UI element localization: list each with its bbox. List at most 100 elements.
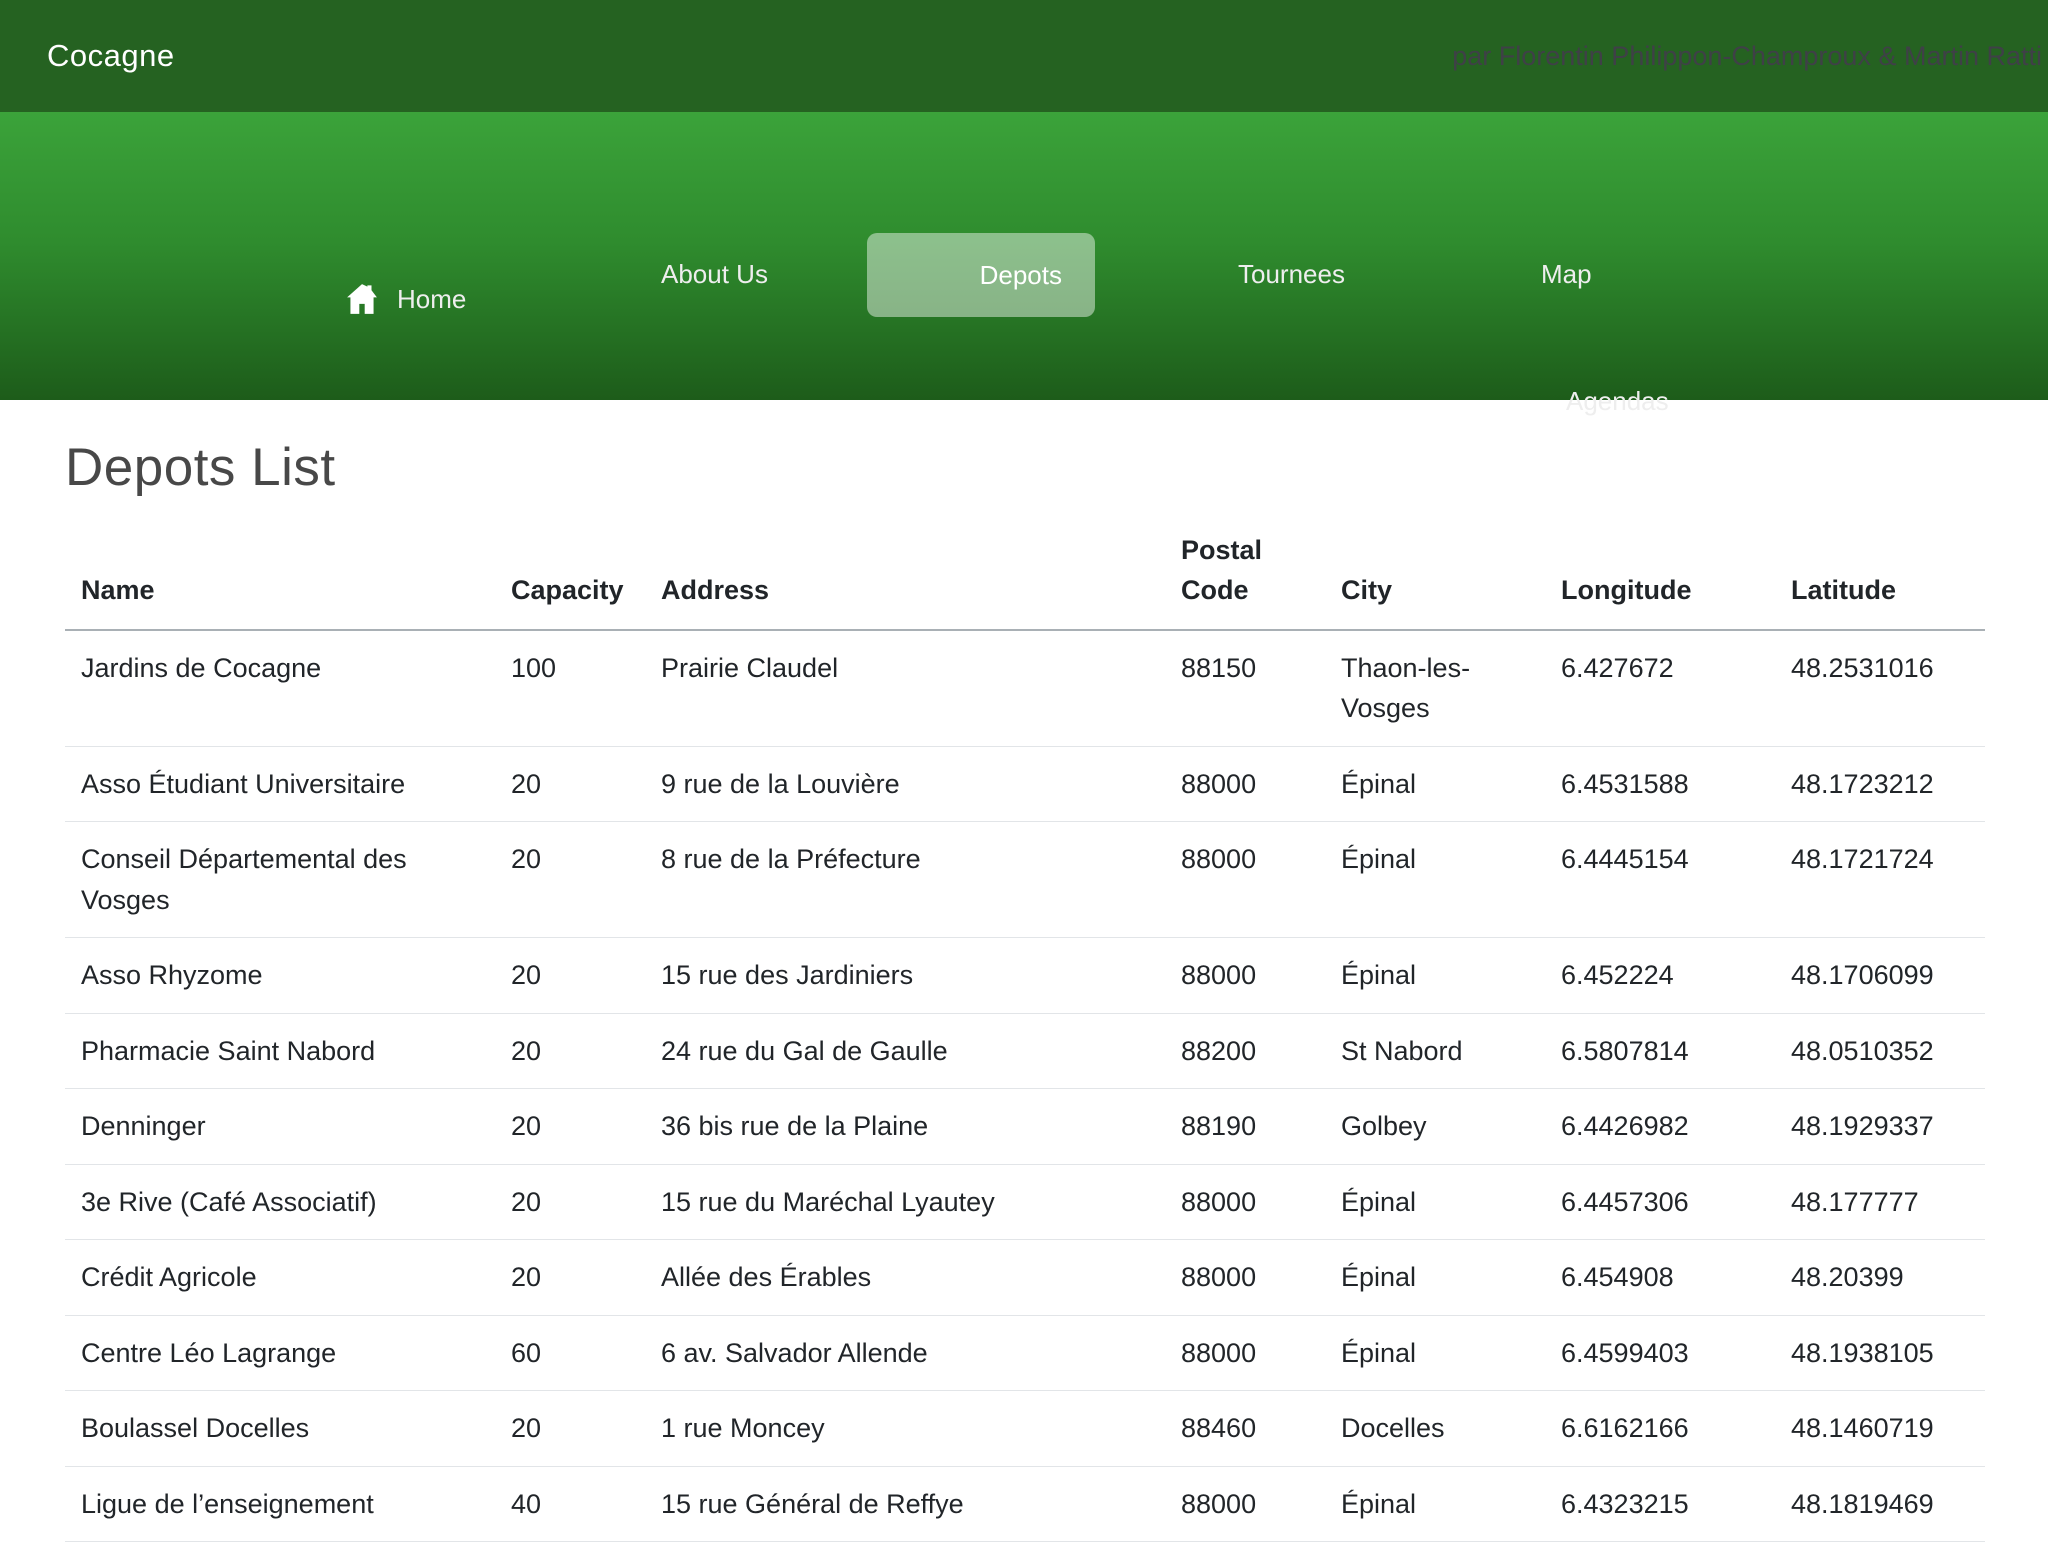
cell-capacity: 60 <box>495 1315 645 1391</box>
table-header-row: Name Capacity Address Postal Code City L… <box>65 512 1985 630</box>
nav-item-label: Home <box>397 284 466 315</box>
cell-longitude: 6.6162166 <box>1545 1391 1775 1467</box>
nav-item-home[interactable]: Home <box>343 280 466 318</box>
cell-latitude: 48.1723212 <box>1775 746 1985 822</box>
cell-city: Épinal <box>1325 746 1545 822</box>
cell-longitude: 6.4599403 <box>1545 1315 1775 1391</box>
cell-postal-code: 88150 <box>1165 630 1325 747</box>
cell-postal-code: 88000 <box>1165 746 1325 822</box>
cell-postal-code: 88460 <box>1165 1391 1325 1467</box>
cell-capacity: 100 <box>495 630 645 747</box>
cell-city: Épinal <box>1325 1466 1545 1542</box>
col-header-latitude: Latitude <box>1775 512 1985 630</box>
col-header-city: City <box>1325 512 1545 630</box>
table-row: Crédit Agricole20Allée des Érables88000É… <box>65 1240 1985 1316</box>
col-header-name: Name <box>65 512 495 630</box>
cell-address: Prairie Claudel <box>645 630 1165 747</box>
cell-address: 1 rue Moncey <box>645 1391 1165 1467</box>
cell-longitude: 6.452224 <box>1545 938 1775 1014</box>
cell-city: Épinal <box>1325 822 1545 938</box>
cell-name: Crédit Agricole <box>65 1240 495 1316</box>
table-row: Boulassel Docelles201 rue Moncey88460Doc… <box>65 1391 1985 1467</box>
cell-capacity: 20 <box>495 1240 645 1316</box>
depots-table-body: Jardins de Cocagne100Prairie Claudel8815… <box>65 630 1985 1542</box>
cell-name: Asso Rhyzome <box>65 938 495 1014</box>
col-header-longitude: Longitude <box>1545 512 1775 630</box>
cell-address: Allée des Érables <box>645 1240 1165 1316</box>
cell-name: Pharmacie Saint Nabord <box>65 1013 495 1089</box>
cell-city: Golbey <box>1325 1089 1545 1165</box>
cell-latitude: 48.1929337 <box>1775 1089 1985 1165</box>
cell-capacity: 20 <box>495 746 645 822</box>
nav-item-map[interactable]: Map <box>1541 259 1592 290</box>
home-icon <box>343 280 381 318</box>
cell-longitude: 6.4426982 <box>1545 1089 1775 1165</box>
col-header-address: Address <box>645 512 1165 630</box>
cell-city: St Nabord <box>1325 1013 1545 1089</box>
cell-capacity: 40 <box>495 1466 645 1542</box>
nav-item-tournees[interactable]: Tournees <box>1238 259 1345 290</box>
cell-address: 24 rue du Gal de Gaulle <box>645 1013 1165 1089</box>
cell-name: Centre Léo Lagrange <box>65 1315 495 1391</box>
cell-name: Boulassel Docelles <box>65 1391 495 1467</box>
table-row: Asso Rhyzome2015 rue des Jardiniers88000… <box>65 938 1985 1014</box>
cell-latitude: 48.20399 <box>1775 1240 1985 1316</box>
cell-postal-code: 88000 <box>1165 1240 1325 1316</box>
cell-name: Denninger <box>65 1089 495 1165</box>
cell-capacity: 20 <box>495 1164 645 1240</box>
byline: par Florentin Philippon-Champroux & Mart… <box>1452 41 2042 72</box>
cell-longitude: 6.4457306 <box>1545 1164 1775 1240</box>
table-row: 3e Rive (Café Associatif)2015 rue du Mar… <box>65 1164 1985 1240</box>
cell-capacity: 20 <box>495 1013 645 1089</box>
cell-latitude: 48.1706099 <box>1775 938 1985 1014</box>
table-row: Asso Étudiant Universitaire209 rue de la… <box>65 746 1985 822</box>
cell-longitude: 6.5807814 <box>1545 1013 1775 1089</box>
cell-address: 36 bis rue de la Plaine <box>645 1089 1165 1165</box>
cell-postal-code: 88200 <box>1165 1013 1325 1089</box>
cell-postal-code: 88000 <box>1165 1466 1325 1542</box>
cell-capacity: 20 <box>495 938 645 1014</box>
cell-longitude: 6.427672 <box>1545 630 1775 747</box>
cell-postal-code: 88000 <box>1165 1164 1325 1240</box>
navbar: Home About Us Depots Tournees Map Agenda… <box>0 112 2048 400</box>
cell-longitude: 6.454908 <box>1545 1240 1775 1316</box>
cell-address: 6 av. Salvador Allende <box>645 1315 1165 1391</box>
cell-postal-code: 88000 <box>1165 822 1325 938</box>
cell-city: Épinal <box>1325 1164 1545 1240</box>
cell-latitude: 48.1819469 <box>1775 1466 1985 1542</box>
cell-name: Asso Étudiant Universitaire <box>65 746 495 822</box>
cell-city: Thaon-les-Vosges <box>1325 630 1545 747</box>
depots-table: Name Capacity Address Postal Code City L… <box>65 512 1985 1542</box>
cell-name: 3e Rive (Café Associatif) <box>65 1164 495 1240</box>
topbar: Cocagne par Florentin Philippon-Champrou… <box>0 0 2048 112</box>
main-content: Depots List Name Capacity Address Postal… <box>0 400 2048 1542</box>
cell-longitude: 6.4531588 <box>1545 746 1775 822</box>
cell-latitude: 48.0510352 <box>1775 1013 1985 1089</box>
cell-name: Jardins de Cocagne <box>65 630 495 747</box>
cell-name: Conseil Départemental des Vosges <box>65 822 495 938</box>
cell-name: Ligue de l’enseignement <box>65 1466 495 1542</box>
cell-postal-code: 88000 <box>1165 938 1325 1014</box>
nav-item-agendas[interactable]: Agendas <box>1566 386 1669 417</box>
cell-address: 15 rue des Jardiniers <box>645 938 1165 1014</box>
cell-capacity: 20 <box>495 1391 645 1467</box>
cell-longitude: 6.4445154 <box>1545 822 1775 938</box>
cell-address: 15 rue Général de Reffye <box>645 1466 1165 1542</box>
cell-address: 15 rue du Maréchal Lyautey <box>645 1164 1165 1240</box>
cell-capacity: 20 <box>495 1089 645 1165</box>
brand: Cocagne <box>47 38 175 74</box>
table-row: Centre Léo Lagrange606 av. Salvador Alle… <box>65 1315 1985 1391</box>
nav-item-about-us[interactable]: About Us <box>661 259 768 290</box>
page-title: Depots List <box>65 400 1985 500</box>
table-row: Jardins de Cocagne100Prairie Claudel8815… <box>65 630 1985 747</box>
table-row: Conseil Départemental des Vosges208 rue … <box>65 822 1985 938</box>
cell-latitude: 48.177777 <box>1775 1164 1985 1240</box>
cell-latitude: 48.2531016 <box>1775 630 1985 747</box>
cell-city: Épinal <box>1325 938 1545 1014</box>
cell-city: Épinal <box>1325 1315 1545 1391</box>
cell-city: Épinal <box>1325 1240 1545 1316</box>
nav-item-depots[interactable]: Depots <box>867 233 1095 317</box>
table-row: Pharmacie Saint Nabord2024 rue du Gal de… <box>65 1013 1985 1089</box>
cell-city: Docelles <box>1325 1391 1545 1467</box>
cell-postal-code: 88000 <box>1165 1315 1325 1391</box>
